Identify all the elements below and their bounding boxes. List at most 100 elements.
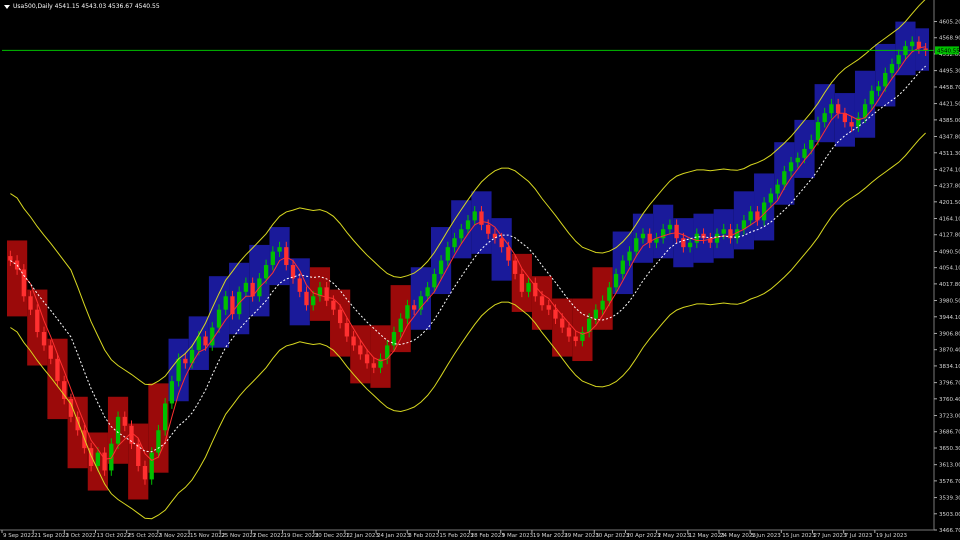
candle-body[interactable] [802,148,807,158]
candle-body[interactable] [842,113,848,123]
candle-body[interactable] [35,309,40,333]
candle-body[interactable] [667,224,673,230]
candle-body[interactable] [337,309,343,324]
candle-body[interactable] [364,354,370,364]
candle-body[interactable] [263,265,269,279]
candle-body[interactable] [721,229,726,234]
candle-body[interactable] [297,278,302,292]
candle-body[interactable] [8,256,13,261]
candle-body[interactable] [149,452,154,480]
candle-body[interactable] [573,336,578,341]
candle-body[interactable] [613,273,619,288]
candle-body[interactable] [344,323,350,337]
candle-body[interactable] [822,113,827,123]
candle-body[interactable] [607,287,612,301]
candle-body[interactable] [539,296,545,306]
candle-body[interactable] [519,273,524,292]
candle-body[interactable] [748,211,753,221]
candle-body[interactable] [324,287,329,301]
candle-body[interactable] [351,336,356,346]
candle-body[interactable] [465,220,471,230]
candle-body[interactable] [506,247,511,261]
candle-body[interactable] [546,305,551,310]
candle-body[interactable] [48,345,53,359]
candle-body[interactable] [203,336,208,346]
candle-body[interactable] [216,309,222,328]
candle-body[interactable] [809,139,814,149]
candle-body[interactable] [55,358,60,382]
candle-body[interactable] [512,260,518,274]
candle-body[interactable] [412,305,417,310]
candle-body[interactable] [486,224,491,234]
candle-body[interactable] [136,443,141,466]
candle-body[interactable] [479,211,484,225]
candle-body[interactable] [243,282,249,292]
candle-body[interactable] [593,309,599,319]
candle-body[interactable] [553,309,558,319]
candle-body[interactable] [156,430,161,453]
candle-body[interactable] [687,242,693,248]
candle-body[interactable] [815,122,821,140]
candle-body[interactable] [768,193,774,203]
candle-body[interactable] [566,327,572,337]
candle-body[interactable] [438,260,444,274]
candle-body[interactable] [499,238,504,248]
candle-body[interactable] [28,296,33,310]
candle-body[interactable] [795,157,800,163]
candle-body[interactable] [634,238,639,252]
candle-body[interactable] [445,247,450,261]
candle-body[interactable] [304,291,309,306]
candle-body[interactable] [782,171,787,185]
candle-body[interactable] [223,296,228,310]
candle-body[interactable] [176,358,181,382]
candle-body[interactable] [169,381,175,404]
candle-body[interactable] [620,260,625,274]
candle-body[interactable] [109,443,114,471]
candle-body[interactable] [270,251,275,266]
candle-body[interactable] [849,122,854,127]
candle-body[interactable] [681,238,686,248]
candle-body[interactable] [889,64,895,73]
candle-body[interactable] [788,162,794,172]
candle-body[interactable] [835,104,841,114]
candle-body[interactable] [526,282,531,292]
candle-body[interactable] [142,465,148,480]
candle-body[interactable] [371,363,376,368]
candle-body[interactable] [560,318,565,328]
candle-body[interactable] [311,296,316,306]
candle-body[interactable] [896,55,901,65]
candle-body[interactable] [95,452,101,466]
candle-body[interactable] [331,300,336,310]
candle-body[interactable] [694,233,699,243]
candle-body[interactable] [452,238,457,248]
candle-body[interactable] [115,416,121,444]
price-chart[interactable]: 4605.204568.904532.604495.304458.704421.… [0,0,960,540]
candle-body[interactable] [761,202,767,221]
candle-body[interactable] [910,41,915,47]
candle-body[interactable] [183,358,188,364]
candle-body[interactable] [284,247,289,266]
candle-body[interactable] [425,287,430,297]
candle-body[interactable] [122,416,127,426]
candle-body[interactable] [627,251,632,261]
candle-body[interactable] [459,229,464,239]
candle-body[interactable] [196,336,201,350]
candle-body[interactable] [714,233,720,243]
candle-body[interactable] [876,86,881,91]
candle-body[interactable] [640,233,646,239]
candle-body[interactable] [277,247,282,252]
candle-body[interactable] [398,318,403,333]
candle-body[interactable] [869,90,874,105]
candle-body[interactable] [775,184,780,194]
candle-body[interactable] [41,332,47,346]
candle-body[interactable] [210,327,215,346]
candle-body[interactable] [405,305,410,319]
candle-body[interactable] [674,224,679,239]
candle-body[interactable] [432,273,437,288]
candle-body[interactable] [829,104,834,114]
candle-body[interactable] [358,345,363,355]
candle-body[interactable] [600,300,605,310]
candle-body[interactable] [162,403,168,431]
candle-body[interactable] [883,72,888,87]
candle-body[interactable] [472,211,477,221]
